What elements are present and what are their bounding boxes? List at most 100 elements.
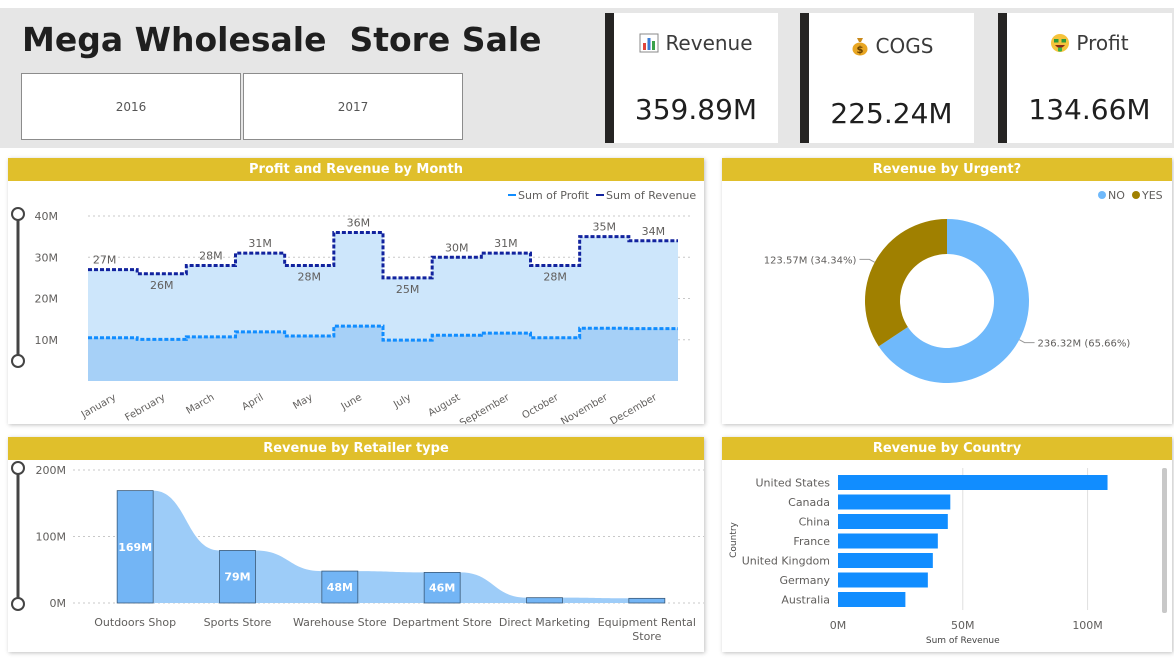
x-tick-label: 0M: [830, 619, 847, 632]
bar: [838, 475, 1108, 490]
bar-data-label: 79M: [224, 571, 250, 584]
x-tick-label: August: [426, 392, 462, 419]
y-tick-label: United States: [756, 477, 831, 490]
y-tick-label: China: [799, 516, 830, 529]
bar-data-label: 48M: [327, 581, 353, 594]
x-tick-label: November: [559, 392, 610, 424]
x-tick-label: September: [458, 392, 512, 424]
bar: [838, 572, 928, 588]
range-slider-handle-bottom: [11, 354, 25, 368]
urgent-chart-title: Revenue by Urgent?: [722, 158, 1172, 181]
bar: [838, 553, 933, 568]
donut-slice-yes: [865, 219, 947, 347]
x-tick-label: 100M: [1072, 619, 1103, 632]
x-tick-label: December: [609, 392, 660, 424]
bar: [838, 533, 938, 549]
data-label: 28M: [199, 250, 223, 263]
y-tick-label: 40M: [35, 210, 59, 223]
kpi-cogs-value: 225.24M: [830, 97, 953, 130]
x-tick-label: Equipment Rental: [598, 616, 696, 629]
legend-dot-no: [1098, 191, 1106, 199]
donut-data-label: 236.32M (65.66%): [1038, 339, 1131, 350]
legend-label-revenue: Sum of Revenue: [606, 189, 696, 202]
data-label: 26M: [150, 279, 174, 292]
kpi-card-profit: Profit 134.66M: [998, 13, 1172, 143]
kpi-profit-label: Profit: [1076, 31, 1129, 55]
scrollbar: [1162, 468, 1167, 613]
x-tick-label: Sports Store: [204, 616, 272, 629]
range-slider-handle-top: [11, 461, 25, 475]
x-tick-label: June: [339, 392, 364, 413]
x-tick-label: July: [391, 392, 413, 411]
ribbon-area: [117, 490, 665, 603]
y-tick-label: 0M: [50, 597, 67, 610]
data-label: 34M: [642, 225, 666, 238]
bar: [526, 597, 563, 604]
month-chart-panel: Profit and Revenue by Month 10M 20M 30M 40M…: [8, 158, 704, 424]
leader-line: [1019, 339, 1035, 344]
x-tick-label: February: [123, 392, 167, 424]
donut-data-label: 123.57M (34.34%): [764, 255, 857, 266]
x-tick-label: Department Store: [393, 616, 492, 629]
legend-label-profit: Sum of Profit: [518, 189, 590, 202]
retailer-chart-title: Revenue by Retailer type: [8, 437, 704, 460]
legend-label-yes: YES: [1141, 189, 1163, 202]
y-tick-label: 100M: [36, 531, 67, 544]
kpi-revenue-value: 359.89M: [634, 93, 758, 126]
bar: [838, 514, 948, 529]
data-label: 28M: [543, 271, 567, 284]
range-slider-handle-top: [11, 207, 25, 221]
svg-text:$: $: [856, 45, 863, 56]
bar: [838, 592, 906, 607]
x-axis-title: Sum of Revenue: [926, 636, 1000, 646]
data-label: 28M: [298, 271, 322, 284]
y-tick-label: Australia: [781, 594, 830, 607]
y-tick-label: Germany: [779, 574, 830, 587]
data-label: 31M: [248, 237, 272, 250]
data-label: 30M: [445, 241, 469, 254]
y-tick-label: 20M: [35, 293, 59, 306]
bar: [628, 597, 666, 604]
country-chart-panel: Revenue by Country United States Canada Ch…: [722, 437, 1172, 652]
year-slicer-2017[interactable]: 2017: [243, 73, 463, 140]
country-chart-svg: United States Canada China France United Kin…: [729, 468, 1167, 646]
year-slicer-2016[interactable]: 2016: [21, 73, 241, 140]
money-face-icon: [1051, 34, 1070, 52]
bar-data-label: 46M: [429, 582, 455, 595]
y-axis-title: Country: [729, 521, 739, 557]
retailer-chart-panel: Revenue by Retailer type 0M 100M 200M 169M O…: [8, 437, 704, 652]
month-chart-svg: 10M 20M 30M 40M 27M 26M 28M 31M 28M 36M 25M 30M 31M 2…: [11, 189, 696, 424]
urgent-chart-panel: Revenue by Urgent? 236.32M (65.66%) 123.5…: [722, 158, 1172, 424]
x-tick-label: April: [240, 392, 265, 413]
x-tick-label: Store: [632, 630, 661, 643]
x-tick-label: January: [79, 392, 118, 421]
y-tick-label: 200M: [36, 464, 67, 477]
money-bag-icon: $: [852, 38, 868, 56]
y-tick-label: 10M: [35, 334, 59, 347]
legend-dot-yes: [1132, 191, 1140, 199]
legend-label-no: NO: [1108, 189, 1125, 202]
page-title: Mega Wholesale Store Sale: [22, 20, 542, 59]
data-label: 31M: [494, 237, 518, 250]
bar-chart-icon: [639, 33, 659, 53]
data-label: 25M: [396, 283, 420, 296]
country-chart-title: Revenue by Country: [722, 437, 1172, 460]
kpi-card-cogs: $ COGS 225.24M: [800, 13, 974, 143]
bar-data-label: 169M: [118, 541, 152, 554]
leader-line: [859, 258, 875, 263]
x-tick-label: Warehouse Store: [293, 616, 387, 629]
bar: [838, 494, 951, 510]
x-tick-label: March: [185, 392, 217, 417]
x-tick-label: Outdoors Shop: [94, 616, 176, 629]
y-tick-label: Canada: [788, 496, 830, 509]
kpi-cogs-label: COGS: [875, 34, 934, 58]
x-tick-label: May: [291, 392, 314, 412]
month-chart-title: Profit and Revenue by Month: [8, 158, 704, 181]
kpi-card-revenue: Revenue 359.89M: [605, 13, 778, 143]
x-tick-label: Direct Marketing: [499, 616, 590, 629]
kpi-profit-value: 134.66M: [1028, 93, 1151, 126]
data-label: 35M: [593, 221, 617, 234]
retailer-chart-svg: 0M 100M 200M 169M Outdoors Shop 79M Sports Sto…: [11, 461, 704, 643]
y-tick-label: France: [793, 535, 830, 548]
x-tick-label: 50M: [951, 619, 975, 632]
